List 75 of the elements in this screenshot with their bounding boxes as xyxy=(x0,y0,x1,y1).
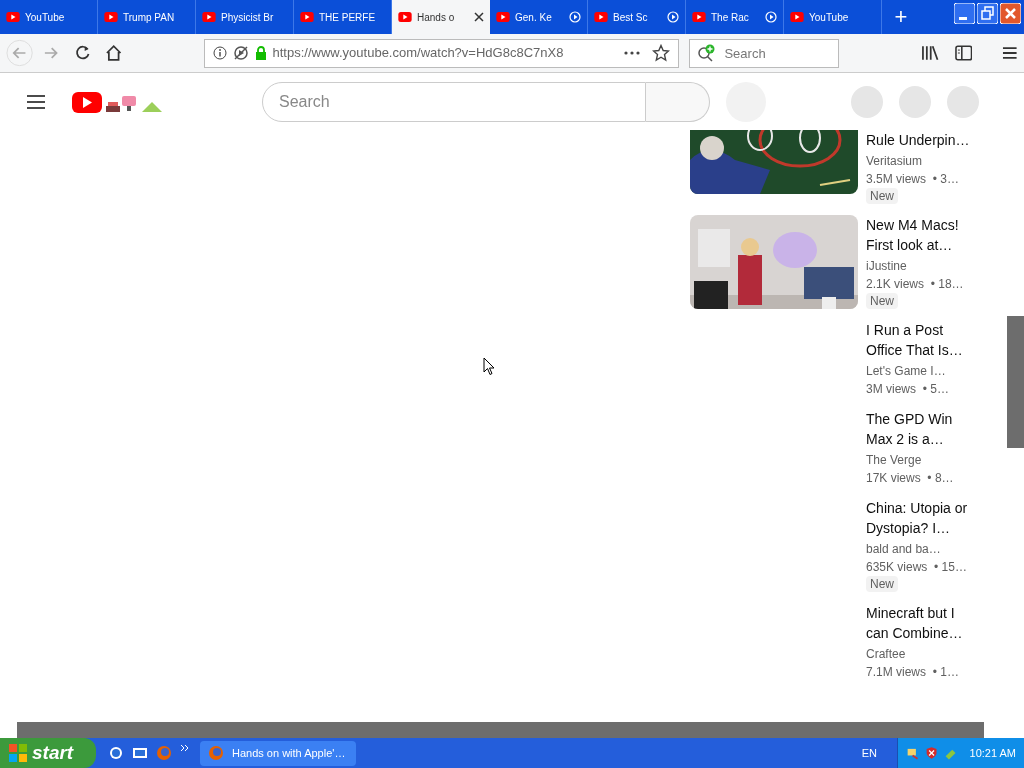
more-icon[interactable] xyxy=(624,51,641,55)
tab-title: Gen. Ke xyxy=(515,10,552,25)
menu-icon[interactable] xyxy=(26,93,46,110)
shield-icon[interactable] xyxy=(925,745,939,761)
channel-name[interactable]: Craftee xyxy=(866,645,976,663)
close-icon[interactable] xyxy=(474,12,484,22)
play-circle-icon[interactable] xyxy=(765,11,777,23)
lock-icon xyxy=(254,46,267,60)
start-button[interactable]: start xyxy=(0,738,96,768)
scrollbar-thumb[interactable] xyxy=(1007,316,1024,448)
video-meta: 7.1M views • 1… xyxy=(866,664,960,681)
play-logo-icon xyxy=(202,12,216,22)
video-title[interactable]: Rule Underpin… xyxy=(866,130,976,150)
home-icon[interactable] xyxy=(104,43,124,63)
play-logo-icon xyxy=(300,12,314,22)
language-indicator[interactable]: EN xyxy=(861,744,877,762)
menu-icon[interactable] xyxy=(1002,46,1018,60)
tab-title: YouTube xyxy=(25,10,65,25)
channel-name[interactable]: iJustine xyxy=(866,257,976,275)
video-title[interactable]: Minecraft but I can Combine… xyxy=(866,603,976,643)
video-title[interactable]: I Run a Post Office That Is… xyxy=(866,320,976,360)
chevron-icon[interactable] xyxy=(180,744,190,752)
play-circle-icon[interactable] xyxy=(667,11,679,23)
star-icon[interactable] xyxy=(652,44,671,62)
search-icon xyxy=(697,43,716,62)
channel-name[interactable]: bald and ba… xyxy=(866,540,976,558)
play-logo-icon xyxy=(790,12,804,22)
blocked-play-icon[interactable] xyxy=(232,45,249,61)
video-meta: 3M views • 5… xyxy=(866,381,950,398)
info-icon[interactable] xyxy=(212,46,227,60)
logo-drawing[interactable] xyxy=(72,89,162,114)
restore-icon[interactable] xyxy=(977,3,998,24)
desktop-icon[interactable] xyxy=(132,745,148,761)
video-meta: 3.5M views • 3… xyxy=(866,171,960,188)
play-logo-icon xyxy=(692,12,706,22)
minimize-icon[interactable] xyxy=(954,3,975,24)
taskbar-button[interactable]: Hands on with Apple'… xyxy=(200,740,356,766)
play-logo-icon xyxy=(398,12,412,22)
video-title[interactable]: The GPD Win Max 2 is a… xyxy=(866,409,976,449)
sidebar-icon[interactable] xyxy=(954,45,973,61)
new-badge: New xyxy=(866,576,898,592)
cursor-icon xyxy=(483,357,495,376)
video-meta: 2.1K views • 18… xyxy=(866,276,965,293)
play-circle-icon[interactable] xyxy=(569,11,581,23)
url-text: https://www.youtube.com/watch?v=HdG8c8C7nX8 xyxy=(272,44,564,63)
tab-title: YouTube xyxy=(809,10,849,25)
address-bar[interactable]: https://www.youtube.com/watch?v=HdG8c8C7nX8 xyxy=(203,38,680,68)
new-tab-button[interactable]: + xyxy=(886,0,916,34)
new-badge: New xyxy=(866,188,898,204)
play-logo-icon xyxy=(104,12,118,22)
channel-name[interactable]: Let's Game I… xyxy=(866,362,976,380)
play-logo-icon xyxy=(594,12,608,22)
video-title[interactable]: China: Utopia or Dystopia? I… xyxy=(866,498,976,538)
horizontal-scrollbar[interactable] xyxy=(17,722,984,738)
play-logo-icon xyxy=(496,12,510,22)
tab-title: The Rac xyxy=(711,10,749,25)
tab-title: Best Sc xyxy=(613,10,648,25)
clock: 10:21 AM xyxy=(969,745,1016,761)
channel-name[interactable]: The Verge xyxy=(866,451,976,469)
tab-title: Trump PAN xyxy=(123,10,175,25)
tab-title: Hands o xyxy=(417,10,455,25)
video-title[interactable]: New M4 Macs! First look at… xyxy=(866,215,976,255)
library-icon[interactable] xyxy=(921,45,939,61)
video-meta: 17K views • 8… xyxy=(866,470,955,487)
video-search-field[interactable]: Search xyxy=(262,81,646,122)
windows-logo-icon xyxy=(8,743,28,763)
browser-tab[interactable]: Hands o xyxy=(392,0,490,34)
tab-title: THE PERFE xyxy=(319,10,376,25)
video-meta: 635K views • 15… xyxy=(866,559,968,576)
play-logo-icon xyxy=(6,12,20,22)
channel-name[interactable]: Veritasium xyxy=(866,152,976,170)
browser-search-field[interactable]: Search xyxy=(689,38,840,68)
new-badge: New xyxy=(866,293,898,309)
browser-icon[interactable] xyxy=(108,745,124,761)
tab-title: Physicist Br xyxy=(221,10,274,25)
